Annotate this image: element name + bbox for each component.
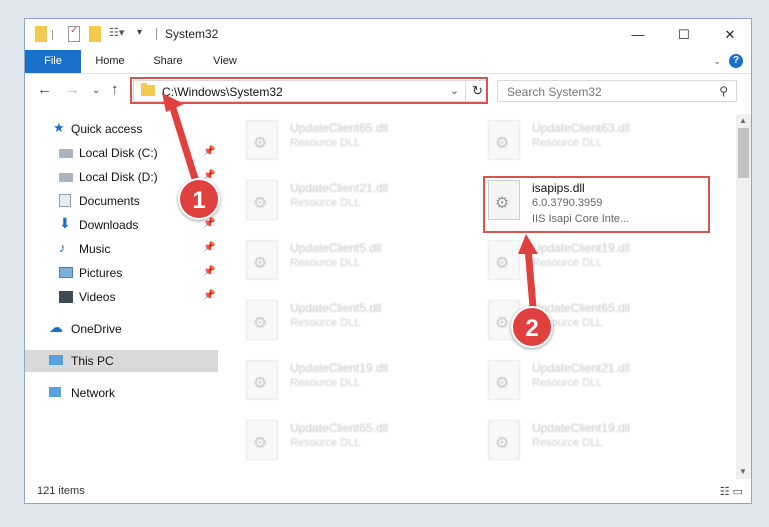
step-badge-1: 1	[178, 178, 220, 220]
step-badge-2: 2	[511, 306, 553, 348]
annotation-arrows	[162, 93, 538, 311]
